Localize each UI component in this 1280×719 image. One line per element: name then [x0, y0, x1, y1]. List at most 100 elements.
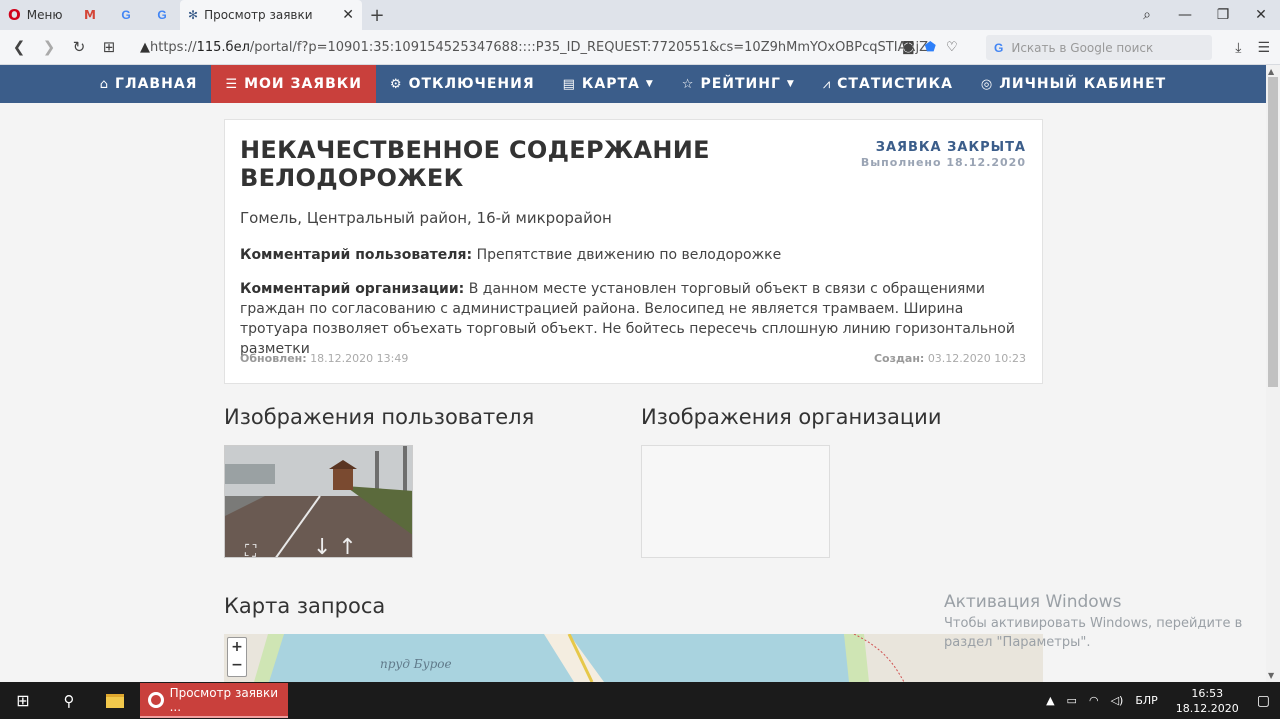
nav-outages[interactable]: ⚙ ОТКЛЮЧЕНИЯ [376, 65, 549, 103]
address-bar-row: ❮ ❯ ↻ ⊞ ▲ https:// 115.бел /portal/f?p=1… [0, 30, 1280, 65]
site-navigation: ⌂ ГЛАВНАЯ ☰ МОИ ЗАЯВКИ ⚙ ОТКЛЮЧЕНИЯ ▤ КА… [0, 65, 1266, 103]
user-comment-text: Препятствие движению по велодорожке [476, 247, 782, 263]
tray-expand-icon[interactable]: ▲ [1046, 694, 1054, 707]
request-title: НЕКАЧЕСТВЕННОЕ СОДЕРЖАНИЕ ВЕЛОДОРОЖЕК [240, 136, 710, 192]
google-search-input[interactable]: G Искать в Google поиск [986, 35, 1212, 60]
gmail-icon: M [84, 8, 96, 22]
heart-icon[interactable]: ♡ [946, 40, 958, 55]
updated-value: 18.12.2020 13:49 [310, 352, 409, 365]
camera-icon[interactable]: ◙ [902, 40, 915, 55]
back-button[interactable]: ❮ [4, 38, 34, 56]
clock[interactable]: 16:53 18.12.2020 [1176, 686, 1239, 716]
map-place-label: пруд Бурое [380, 657, 452, 671]
system-tray: ▲ ▭ ◠ ◁) БЛР 16:53 18.12.2020 ▢ [1040, 682, 1280, 719]
nav-home[interactable]: ⌂ ГЛАВНАЯ [86, 65, 212, 103]
windows-logo-icon: ⊞ [16, 691, 30, 710]
caret-down-icon: ▼ [645, 79, 654, 89]
updated-meta: Обновлен: 18.12.2020 13:49 [240, 352, 408, 365]
search-tabs-icon[interactable]: ⌕ [1128, 0, 1166, 30]
file-explorer-button[interactable] [96, 682, 134, 719]
url-domain: 115.бел [196, 40, 250, 55]
language-indicator[interactable]: БЛР [1135, 694, 1157, 707]
org-comment-label: Комментарий организации: [240, 281, 465, 297]
tab-gmail[interactable]: M [72, 0, 108, 30]
created-label: Создан: [873, 352, 925, 365]
svg-text:⛶: ⛶ [245, 541, 257, 558]
map-zoom-control: + − [227, 637, 247, 677]
notifications-icon[interactable]: ▢ [1257, 693, 1270, 709]
opera-icon [148, 691, 164, 708]
user-comment-label: Комментарий пользователя: [240, 247, 473, 263]
start-button[interactable]: ⊞ [0, 682, 46, 719]
status-detail: Выполнено 18.12.2020 [860, 156, 1026, 169]
nav-account[interactable]: ◎ ЛИЧНЫЙ КАБИНЕТ [967, 65, 1180, 103]
folder-icon [106, 693, 124, 708]
user-photo-thumbnail[interactable]: ↓ ↑ ⛶ [224, 445, 413, 558]
tab-google-2[interactable]: G [144, 0, 180, 30]
search-placeholder: Искать в Google поиск [1011, 40, 1154, 55]
battery-icon[interactable]: ▭ [1067, 694, 1077, 707]
browser-right-icons: ⤓ ☰ [1235, 30, 1270, 65]
request-address: Гомель, Центральный район, 16-й микрорай… [240, 209, 612, 227]
scrollbar-thumb[interactable] [1268, 77, 1278, 387]
created-meta: Создан: 03.12.2020 10:23 [874, 352, 1026, 365]
url-field[interactable]: ▲ https:// 115.бел /portal/f?p=10901:35:… [140, 30, 930, 65]
nav-statistics[interactable]: ⩘ СТАТИСТИКА [809, 65, 967, 103]
nav-label: ЛИЧНЫЙ КАБИНЕТ [999, 76, 1167, 92]
forward-button[interactable]: ❯ [34, 38, 64, 56]
taskbar-search-button[interactable]: ⚲ [50, 682, 88, 719]
windows-activation-watermark: Активация Windows Чтобы активировать Win… [944, 592, 1244, 652]
minimize-button[interactable]: — [1166, 0, 1204, 30]
taskbar-app-label: Просмотр заявки ... [169, 685, 279, 714]
created-value: 03.12.2020 10:23 [927, 352, 1026, 365]
volume-icon[interactable]: ◁) [1111, 694, 1124, 707]
opera-menu-button[interactable]: O Меню [0, 0, 72, 30]
tab-active-request[interactable]: ✻ Просмотр заявки ✕ [180, 0, 362, 30]
scroll-up-icon[interactable]: ▲ [1268, 67, 1274, 76]
nav-my-requests[interactable]: ☰ МОИ ЗАЯВКИ [211, 65, 376, 103]
clock-time: 16:53 [1191, 686, 1224, 700]
org-comment: Комментарий организации: В данном месте … [240, 279, 1030, 359]
restore-button[interactable]: ❐ [1204, 0, 1242, 30]
user-comment: Комментарий пользователя: Препятствие дв… [240, 245, 1030, 265]
request-map[interactable]: + − пруд Бурое [224, 634, 1043, 682]
reload-button[interactable]: ↻ [64, 38, 94, 56]
site-favicon-icon: ✻ [188, 8, 199, 22]
clock-date: 18.12.2020 [1175, 701, 1239, 715]
speed-dial-icon[interactable]: ⊞ [94, 38, 124, 56]
map-tiles [224, 634, 1043, 682]
request-status: ЗАЯВКА ЗАКРЫТА Выполнено 18.12.2020 [861, 140, 1026, 169]
windows-taskbar: ⊞ ⚲ Просмотр заявки ... ▲ ▭ ◠ ◁) БЛР 16:… [0, 682, 1280, 719]
nav-label: ОТКЛЮЧЕНИЯ [408, 76, 535, 92]
url-action-icons: ◙ ⬟ ♡ [902, 30, 958, 65]
nav-rating[interactable]: ☆ РЕЙТИНГ ▼ [668, 65, 809, 103]
bike-path-photo: ↓ ↑ ⛶ [225, 446, 412, 558]
tab-google-1[interactable]: G [108, 0, 144, 30]
close-tab-icon[interactable]: ✕ [342, 7, 354, 23]
scroll-down-icon[interactable]: ▼ [1268, 671, 1274, 680]
status-badge: ЗАЯВКА ЗАКРЫТА [875, 140, 1026, 155]
chart-icon: ⩘ [822, 76, 832, 92]
download-icon[interactable]: ⤓ [1235, 40, 1241, 56]
not-secure-warning-icon[interactable]: ▲ [140, 40, 150, 55]
updated-label: Обновлен: [240, 352, 307, 365]
page-scrollbar[interactable]: ▲ ▼ [1266, 65, 1280, 682]
taskbar-opera-app[interactable]: Просмотр заявки ... [140, 683, 288, 718]
nav-map[interactable]: ▤ КАРТА ▼ [549, 65, 668, 103]
search-icon: ⚲ [63, 691, 75, 710]
map-icon: ▤ [562, 76, 576, 92]
caret-down-icon: ▼ [786, 79, 795, 89]
zoom-out-button[interactable]: − [228, 656, 246, 674]
url-prefix: https:// [150, 40, 197, 55]
easy-setup-icon[interactable]: ☰ [1257, 40, 1270, 56]
adblock-shield-icon[interactable]: ⬟ [925, 40, 936, 55]
watermark-title: Активация Windows [944, 592, 1122, 612]
wifi-icon[interactable]: ◠ [1089, 694, 1099, 707]
zoom-in-button[interactable]: + [228, 638, 246, 656]
map-heading: Карта запроса [224, 594, 386, 618]
close-window-button[interactable]: ✕ [1242, 0, 1280, 30]
new-tab-button[interactable]: + [362, 0, 392, 30]
watermark-text: Чтобы активировать Windows, перейдите в … [944, 616, 1243, 650]
nav-label: КАРТА [581, 76, 640, 92]
google-icon: G [994, 40, 1004, 55]
